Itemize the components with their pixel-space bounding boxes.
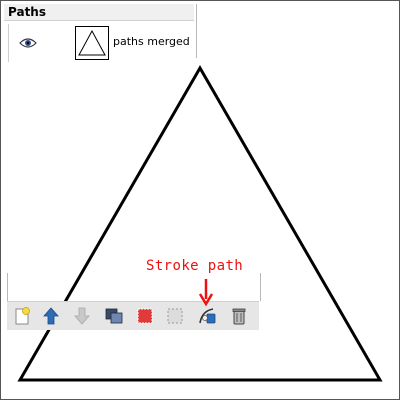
arrow-up-icon — [43, 307, 59, 325]
trash-icon — [232, 308, 246, 325]
raise-path-button[interactable] — [40, 306, 62, 326]
path-to-selection-icon — [137, 308, 153, 324]
selection-to-path-icon — [167, 308, 183, 324]
new-path-button[interactable] — [11, 306, 33, 326]
path-to-selection-button[interactable] — [134, 306, 156, 326]
paths-toolbar — [7, 301, 259, 330]
path-thumbnail — [75, 26, 109, 60]
stroke-path-icon — [199, 308, 216, 324]
panel-title: Paths — [4, 4, 194, 21]
path-list-area — [7, 273, 261, 301]
new-path-icon — [15, 307, 30, 325]
selection-to-path-button[interactable] — [164, 306, 186, 326]
eye-icon[interactable] — [19, 37, 37, 49]
delete-path-button[interactable] — [228, 306, 250, 326]
duplicate-path-button[interactable] — [103, 306, 125, 326]
duplicate-icon — [105, 308, 123, 324]
paths-panel: Paths paths merged — [4, 4, 197, 62]
path-name[interactable]: paths merged — [113, 35, 190, 48]
stroke-path-button[interactable] — [196, 306, 218, 326]
annotation-arrow-icon — [198, 279, 214, 307]
path-list-item[interactable]: paths merged — [8, 24, 197, 62]
lower-path-button[interactable] — [71, 306, 93, 326]
arrow-down-icon — [74, 307, 90, 325]
stroke-path-annotation: Stroke path — [146, 258, 244, 274]
